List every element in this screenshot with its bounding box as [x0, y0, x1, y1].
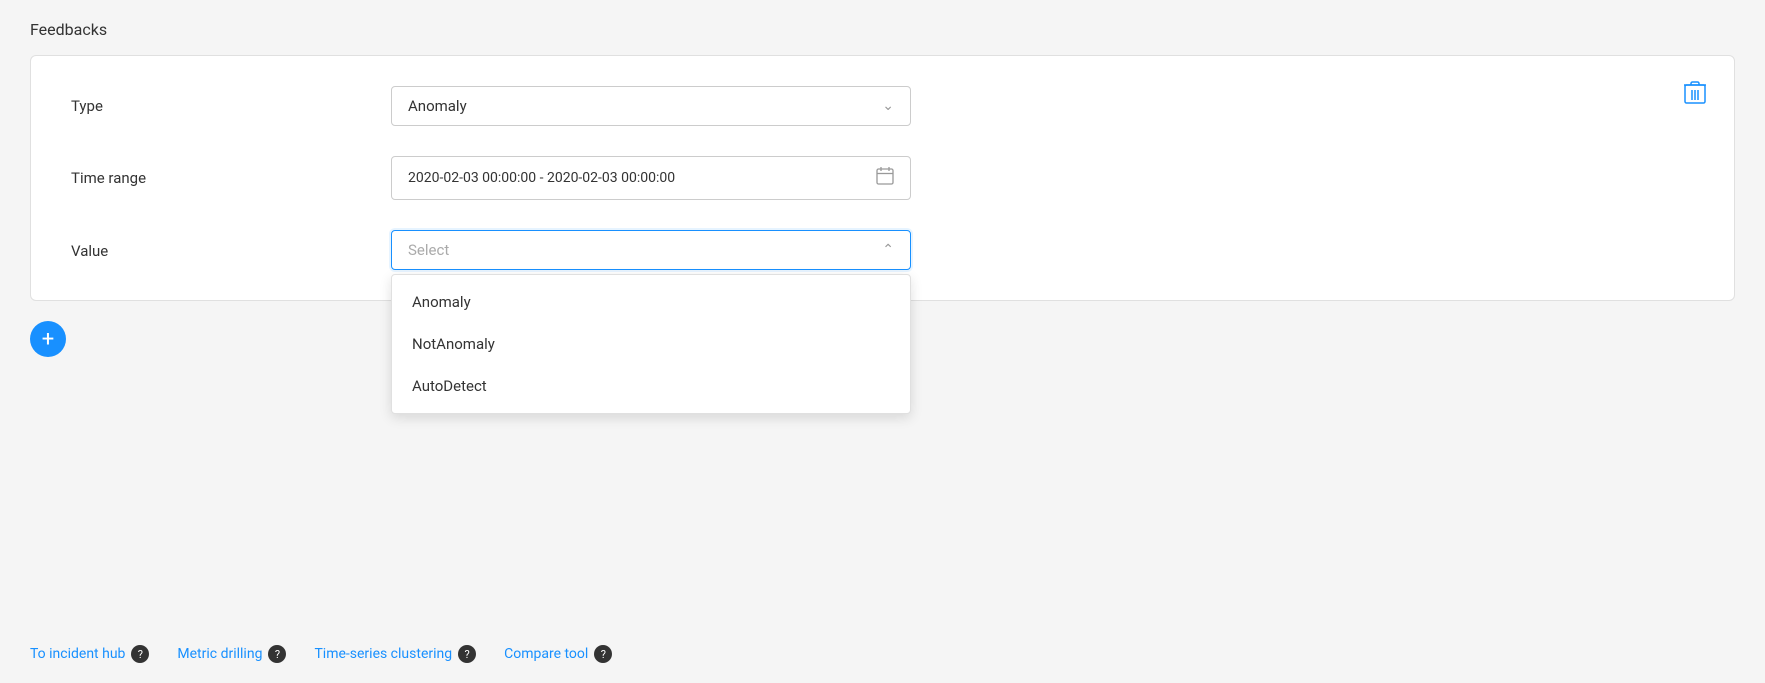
- value-label: Value: [71, 230, 391, 260]
- value-placeholder: Select: [408, 241, 449, 259]
- metric-drilling-link[interactable]: Metric drilling: [177, 646, 262, 662]
- value-select[interactable]: Select ⌃: [391, 230, 911, 270]
- time-range-value: 2020-02-03 00:00:00 - 2020-02-03 00:00:0…: [408, 170, 675, 186]
- chevron-down-icon: ⌄: [882, 98, 894, 114]
- to-incident-hub-help-icon[interactable]: ?: [131, 645, 149, 663]
- compare-tool-link[interactable]: Compare tool: [504, 646, 588, 662]
- type-select[interactable]: Anomaly ⌄: [391, 86, 911, 126]
- time-series-clustering-link[interactable]: Time-series clustering: [314, 646, 452, 662]
- time-range-control: 2020-02-03 00:00:00 - 2020-02-03 00:00:0…: [391, 156, 911, 200]
- footer-links: To incident hub ? Metric drilling ? Time…: [30, 645, 612, 663]
- compare-tool-help-icon[interactable]: ?: [594, 645, 612, 663]
- metric-drilling-help-icon[interactable]: ?: [268, 645, 286, 663]
- page-title: Feedbacks: [30, 20, 1735, 39]
- value-row: Value Select ⌃ Anomaly NotAnomaly AutoDe…: [71, 230, 1694, 270]
- type-control: Anomaly ⌄: [391, 86, 911, 126]
- time-range-input[interactable]: 2020-02-03 00:00:00 - 2020-02-03 00:00:0…: [391, 156, 911, 200]
- feedback-card: Type Anomaly ⌄ Time range 2020-02-03 00:…: [30, 55, 1735, 301]
- value-dropdown: Anomaly NotAnomaly AutoDetect: [391, 274, 911, 414]
- dropdown-option-notanomaly[interactable]: NotAnomaly: [392, 323, 910, 365]
- add-feedback-button[interactable]: +: [30, 321, 66, 357]
- time-range-label: Time range: [71, 169, 391, 187]
- value-control: Select ⌃ Anomaly NotAnomaly AutoDetect: [391, 230, 911, 270]
- dropdown-option-anomaly[interactable]: Anomaly: [392, 281, 910, 323]
- type-label: Type: [71, 97, 391, 115]
- calendar-icon: [876, 167, 894, 189]
- chevron-up-icon: ⌃: [882, 242, 894, 258]
- delete-button[interactable]: [1680, 76, 1710, 114]
- dropdown-option-autodetect[interactable]: AutoDetect: [392, 365, 910, 407]
- type-value: Anomaly: [408, 97, 467, 115]
- to-incident-hub-link[interactable]: To incident hub: [30, 646, 125, 662]
- time-range-row: Time range 2020-02-03 00:00:00 - 2020-02…: [71, 156, 1694, 200]
- time-series-clustering-help-icon[interactable]: ?: [458, 645, 476, 663]
- type-row: Type Anomaly ⌄: [71, 86, 1694, 126]
